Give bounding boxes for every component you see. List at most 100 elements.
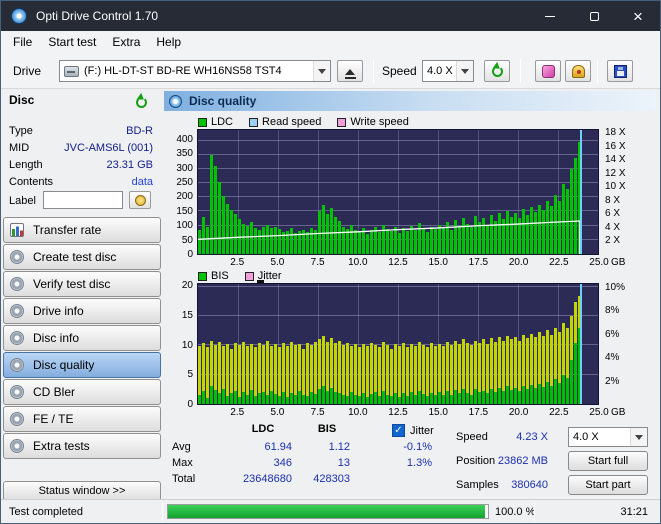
sidebar-item-cd-bler[interactable]: CD Bler — [3, 379, 161, 405]
bis-bar — [558, 382, 561, 404]
maximize-button[interactable] — [572, 1, 616, 31]
x-tick-label: 5.0 — [270, 257, 285, 268]
legend-item-read-speed: Read speed — [249, 116, 321, 128]
menu-start-test[interactable]: Start test — [40, 32, 104, 52]
legend-item-write-speed: Write speed — [337, 116, 409, 128]
disc-label-button[interactable] — [129, 191, 151, 209]
legend-label: Read speed — [262, 116, 322, 128]
bis-bar — [522, 386, 525, 404]
bis-bar — [542, 387, 545, 404]
bis-bar — [486, 393, 489, 404]
speed-select[interactable]: 4.0 X — [422, 60, 474, 82]
sidebar-item-disc-info[interactable]: Disc info — [3, 325, 161, 351]
drive-select[interactable]: (F:) HL-DT-ST BD-RE WH16NS58 TST4 — [59, 60, 331, 82]
disc-field-value-mid: JVC-AMS6L (001) — [64, 142, 153, 154]
sidebar-item-transfer-rate[interactable]: Transfer rate — [3, 217, 161, 243]
options-button[interactable] — [565, 60, 591, 82]
bis-bar — [334, 391, 337, 404]
legend-item-bis: BIS — [198, 270, 229, 282]
samples-stat-value: 380640 — [511, 479, 548, 491]
result-row-label-total: Total — [172, 473, 196, 485]
bis-bar — [346, 395, 349, 404]
result-max-bis: 13 — [337, 457, 350, 469]
bis-bar — [482, 390, 485, 404]
ldc-legend: LDC Read speed Write speed — [198, 115, 425, 129]
start-full-button[interactable]: Start full — [568, 451, 648, 471]
minimize-button[interactable] — [528, 1, 572, 31]
jitter-checkbox[interactable]: ✓ — [392, 424, 405, 437]
bis-bar — [502, 391, 505, 404]
progress-bar — [167, 504, 489, 519]
y-tick-label: 100 — [176, 220, 193, 232]
disc-label-input[interactable] — [43, 191, 123, 209]
erase-disc-button[interactable] — [535, 60, 561, 82]
read-speed-line — [198, 130, 598, 254]
sidebar-item-verify-test-disc[interactable]: Verify test disc — [3, 271, 161, 297]
sidebar-item-extra-tests[interactable]: Extra tests — [3, 433, 161, 459]
jitter-bar — [306, 342, 309, 404]
y-tick-label: 10% — [605, 281, 626, 293]
bis-bar — [534, 388, 537, 404]
y-tick-label: 5 — [187, 369, 193, 381]
bis-bar — [258, 393, 261, 404]
y-tick-label: 350 — [176, 148, 193, 160]
bis-bar — [262, 391, 265, 404]
x-tick-label: 10.0 — [348, 407, 368, 418]
sidebar-item-disc-quality[interactable]: Disc quality — [3, 352, 161, 378]
options-icon — [571, 64, 585, 78]
bis-bar — [314, 394, 317, 404]
speed-select-value: 4.0 X — [427, 65, 453, 77]
result-total-ldc: 23648680 — [243, 473, 292, 485]
sidebar-item-fe-te[interactable]: FE / TE — [3, 406, 161, 432]
start-part-button[interactable]: Start part — [568, 475, 648, 495]
save-results-button[interactable] — [607, 60, 633, 82]
refresh-disc-button[interactable] — [131, 93, 151, 111]
bis-bar — [446, 391, 449, 404]
status-window-button[interactable]: Status window >> — [3, 481, 161, 501]
menu-help[interactable]: Help — [148, 32, 189, 52]
bis-bar — [374, 391, 377, 404]
eject-button[interactable] — [337, 60, 363, 82]
sidebar-item-label: FE / TE — [33, 412, 74, 426]
bis-swatch — [198, 271, 207, 281]
bis-bar — [470, 394, 473, 404]
close-button[interactable]: × — [616, 1, 660, 31]
menu-extra[interactable]: Extra — [104, 32, 148, 52]
bis-bar — [210, 386, 213, 404]
elapsed-time: 31:21 — [620, 506, 648, 518]
bis-bar — [214, 389, 217, 404]
bis-bar — [298, 391, 301, 404]
x-tick-label: 12.5 — [388, 407, 408, 418]
toolbar: Drive (F:) HL-DT-ST BD-RE WH16NS58 TST4 … — [1, 53, 660, 89]
drive-select-value: (F:) HL-DT-ST BD-RE WH16NS58 TST4 — [84, 65, 282, 77]
legend-item-ldc: LDC — [198, 116, 233, 128]
bis-x-axis: 2.5 5.0 7.5 10.0 12.5 15.0 17.5 20.0 22.5 25.0 GB — [197, 407, 625, 419]
bis-bar — [198, 395, 201, 404]
sidebar-item-create-test-disc[interactable]: Create test disc — [3, 244, 161, 270]
sidebar-item-drive-info[interactable]: Drive info — [3, 298, 161, 324]
bis-bar — [518, 390, 521, 404]
test-speed-select[interactable]: 4.0 X — [568, 427, 648, 447]
bis-bar — [546, 382, 549, 404]
result-avg-ldc: 61.94 — [264, 441, 292, 453]
bis-bar — [398, 396, 401, 404]
ldc-column-header: LDC — [251, 423, 275, 435]
bis-bar — [378, 395, 381, 404]
bis-bar — [466, 392, 469, 404]
jitter-bar — [286, 346, 289, 404]
bis-bar — [358, 396, 361, 404]
app-window: Opti Drive Control 1.70 × File Start test… — [0, 0, 661, 524]
position-cursor — [579, 130, 582, 254]
refresh-drive-button[interactable] — [484, 60, 510, 82]
bis-bar — [510, 389, 513, 404]
disc-field-value-contents[interactable]: data — [132, 176, 153, 188]
bis-legend: BIS Jitter — [198, 269, 298, 283]
bis-bar — [318, 388, 321, 404]
menu-file[interactable]: File — [5, 32, 40, 52]
bis-bar — [306, 396, 309, 404]
x-tick-label: 7.5 — [310, 407, 325, 418]
x-axis-unit: GB — [611, 257, 626, 268]
jitter-bar — [238, 345, 241, 404]
refresh-icon — [135, 96, 147, 108]
bis-bar — [266, 395, 269, 404]
